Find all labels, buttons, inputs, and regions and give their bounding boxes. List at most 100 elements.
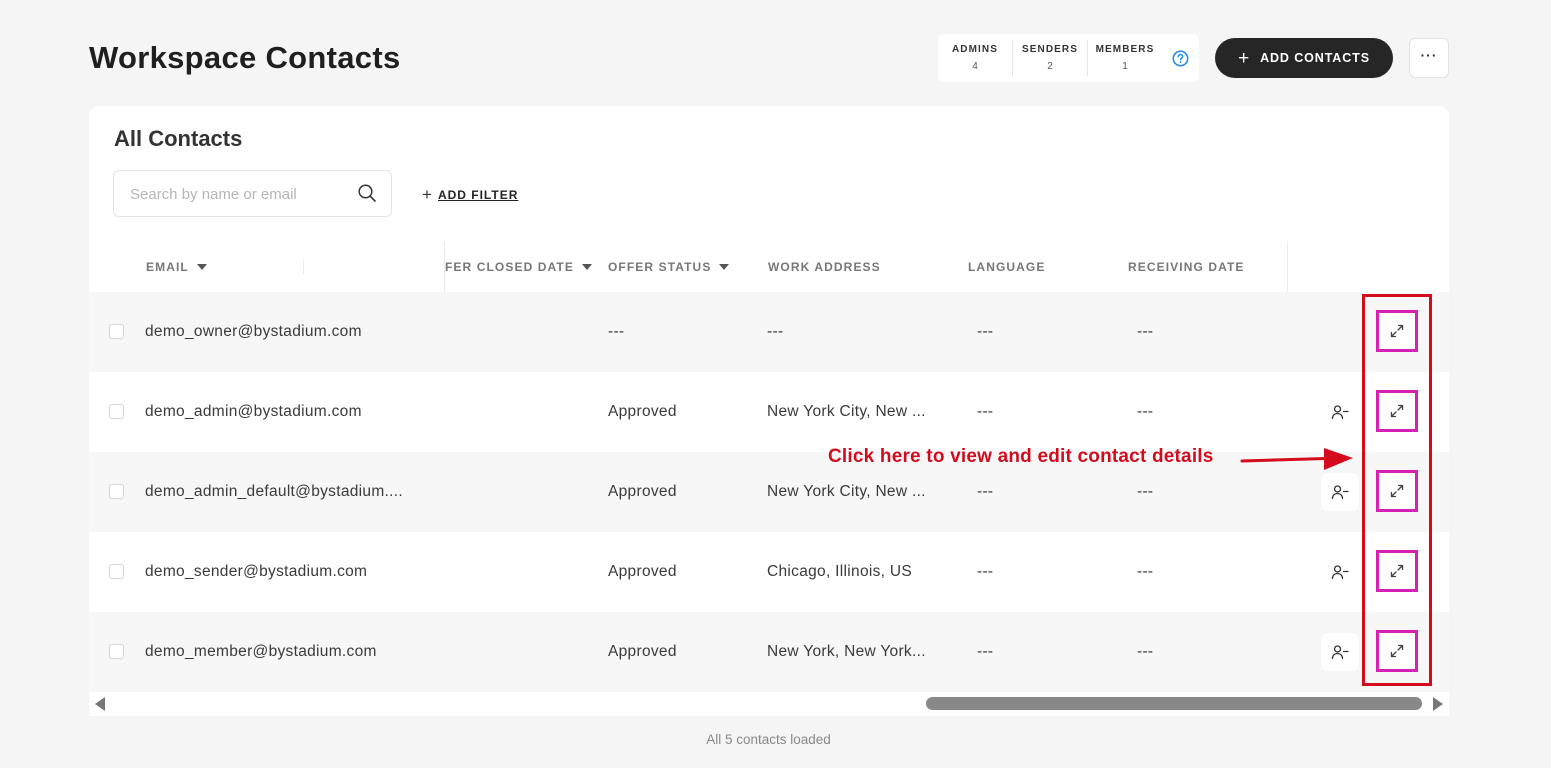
column-header-language[interactable]: LANGUAGE (968, 242, 1045, 292)
stat-label: SENDERS (1021, 44, 1079, 55)
add-filter-label: ADD FILTER (437, 187, 519, 202)
expand-contact-button[interactable] (1376, 550, 1418, 592)
search-box (113, 170, 392, 218)
more-dots-icon: ··· (1420, 47, 1438, 63)
column-resize-handle[interactable] (303, 260, 304, 274)
cell-offer-closed-date (445, 612, 595, 692)
scrollbar-thumb[interactable] (926, 697, 1422, 710)
table-header: EMAIL FER CLOSED DATE OFFER STATUS WORK … (89, 242, 1449, 292)
search-icon[interactable] (357, 183, 377, 203)
arrow-right-icon (1240, 448, 1353, 470)
more-options-button[interactable]: ··· (1409, 38, 1449, 78)
cell-email: demo_sender@bystadium.com (145, 563, 368, 580)
user-minus-icon (1331, 565, 1349, 580)
cell-work-address: New York City, New ... (767, 403, 926, 420)
cell-work-address: New York, New York... (767, 643, 926, 660)
stat-members: MEMBERS 1 (1088, 40, 1162, 76)
expand-contact-button[interactable] (1376, 470, 1418, 512)
row-checkbox[interactable] (109, 484, 124, 499)
cell-email: demo_admin@bystadium.com (145, 403, 362, 420)
add-contacts-button[interactable]: + ADD CONTACTS (1215, 38, 1393, 78)
column-header-label: FER CLOSED DATE (445, 260, 574, 274)
stat-count: 4 (972, 61, 978, 72)
scroll-left-icon[interactable] (95, 697, 105, 711)
load-status: All 5 contacts loaded (706, 732, 831, 747)
column-header-label: LANGUAGE (968, 260, 1046, 274)
scroll-right-icon[interactable] (1433, 697, 1443, 711)
cell-offer-status: Approved (608, 483, 677, 500)
user-minus-icon (1331, 645, 1349, 660)
sort-caret-icon[interactable] (719, 264, 730, 270)
cell-receiving-date: --- (1137, 643, 1154, 660)
cell-receiving-date: --- (1137, 323, 1154, 340)
cell-language: --- (977, 403, 994, 420)
remove-contact-button[interactable] (1321, 473, 1359, 511)
column-header-receiving-date[interactable]: RECEIVING DATE (1128, 242, 1245, 292)
expand-arrows-icon (1390, 564, 1404, 578)
plus-icon: + (1238, 47, 1251, 69)
cell-work-address: --- (767, 323, 784, 340)
expand-contact-button[interactable] (1376, 310, 1418, 352)
expand-contact-button[interactable] (1376, 630, 1418, 672)
cell-offer-status: Approved (608, 563, 677, 580)
stat-label: MEMBERS (1095, 44, 1155, 55)
remove-contact-button[interactable] (1321, 633, 1359, 671)
expand-arrows-icon (1390, 404, 1404, 418)
card-title: All Contacts (114, 126, 243, 151)
cell-email: demo_owner@bystadium.com (145, 323, 362, 340)
table-row[interactable]: demo_owner@bystadium.com --- --- --- --- (89, 292, 1449, 372)
row-checkbox[interactable] (109, 564, 124, 579)
row-checkbox[interactable] (109, 644, 124, 659)
cell-language: --- (977, 323, 994, 340)
stat-senders: SENDERS 2 (1013, 40, 1088, 76)
cell-work-address: Chicago, Illinois, US (767, 563, 912, 580)
column-header-work-address[interactable]: WORK ADDRESS (768, 242, 881, 292)
column-header-label: EMAIL (146, 260, 189, 274)
column-header-email[interactable]: EMAIL (146, 242, 207, 292)
table-row[interactable]: demo_admin@bystadium.com Approved New Yo… (89, 372, 1449, 452)
add-contacts-label: ADD CONTACTS (1260, 51, 1370, 65)
stat-count: 2 (1047, 61, 1053, 72)
expand-arrows-icon (1390, 484, 1404, 498)
column-header-label: RECEIVING DATE (1128, 260, 1245, 274)
column-header-offer-closed-date[interactable]: FER CLOSED DATE (445, 242, 592, 292)
expand-contact-button[interactable] (1376, 390, 1418, 432)
cell-receiving-date: --- (1137, 563, 1154, 580)
cell-language: --- (977, 563, 994, 580)
cell-language: --- (977, 643, 994, 660)
stat-label: ADMINS (951, 44, 999, 55)
remove-contact-button[interactable] (1321, 393, 1359, 431)
cell-email: demo_admin_default@bystadium.... (145, 483, 403, 500)
column-header-offer-status[interactable]: OFFER STATUS (608, 242, 730, 292)
stat-count: 1 (1122, 61, 1128, 72)
horizontal-scrollbar[interactable] (89, 692, 1449, 716)
page-title: Workspace Contacts (89, 40, 401, 75)
add-filter-button[interactable]: + ADD FILTER (422, 186, 518, 203)
remove-contact-button[interactable] (1321, 553, 1359, 591)
expand-arrows-icon (1390, 324, 1404, 338)
cell-email: demo_member@bystadium.com (145, 643, 377, 660)
sort-caret-icon[interactable] (581, 264, 592, 270)
stat-admins: ADMINS 4 (938, 40, 1013, 76)
cell-offer-closed-date (445, 372, 595, 452)
user-minus-icon (1331, 405, 1349, 420)
expand-arrows-icon (1390, 644, 1404, 658)
column-header-label: WORK ADDRESS (768, 260, 881, 274)
cell-offer-status: Approved (608, 403, 677, 420)
row-checkbox[interactable] (109, 404, 124, 419)
cell-offer-status: --- (608, 323, 625, 340)
cell-offer-closed-date (445, 292, 595, 372)
table-row[interactable]: demo_member@bystadium.com Approved New Y… (89, 612, 1449, 692)
search-input[interactable] (114, 171, 362, 218)
cell-receiving-date: --- (1137, 403, 1154, 420)
user-minus-icon (1331, 485, 1349, 500)
cell-offer-closed-date (445, 532, 595, 612)
table-row[interactable]: demo_sender@bystadium.com Approved Chica… (89, 532, 1449, 612)
column-header-label: OFFER STATUS (608, 260, 712, 274)
tutorial-annotation: Click here to view and edit contact deta… (828, 446, 1214, 467)
role-stats: ADMINS 4 SENDERS 2 MEMBERS 1 (938, 34, 1199, 82)
cell-offer-status: Approved (608, 643, 677, 660)
row-checkbox[interactable] (109, 324, 124, 339)
help-circle-icon[interactable] (1172, 50, 1189, 67)
sort-caret-icon[interactable] (196, 264, 207, 270)
